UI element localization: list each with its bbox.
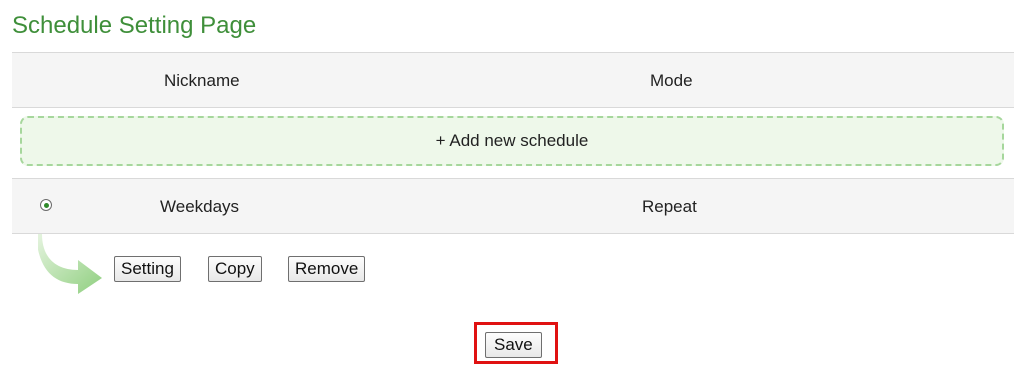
radio-dot xyxy=(43,202,49,208)
setting-button[interactable]: Setting xyxy=(114,256,181,282)
add-new-schedule-button[interactable]: + Add new schedule xyxy=(20,116,1004,166)
page-title: Schedule Setting Page xyxy=(12,12,257,39)
save-button[interactable]: Save xyxy=(485,332,542,358)
table-header-row: Nickname Mode xyxy=(12,52,1014,108)
table-row[interactable]: Weekdays Repeat xyxy=(12,179,1014,234)
radio-selected-icon[interactable] xyxy=(40,199,52,211)
curved-arrow-icon xyxy=(38,234,102,294)
remove-button[interactable]: Remove xyxy=(288,256,366,282)
add-schedule-row: + Add new schedule xyxy=(12,108,1014,179)
copy-button[interactable]: Copy xyxy=(208,256,262,282)
row-actions: Setting Copy Remove xyxy=(12,234,1014,296)
schedule-table: Nickname Mode + Add new schedule Weekday… xyxy=(12,52,1014,296)
row-nickname: Weekdays xyxy=(160,197,240,216)
column-header-nickname: Nickname xyxy=(164,71,240,90)
save-highlight-box: Save xyxy=(474,322,558,364)
column-header-mode: Mode xyxy=(650,71,693,90)
row-mode: Repeat xyxy=(642,197,697,216)
